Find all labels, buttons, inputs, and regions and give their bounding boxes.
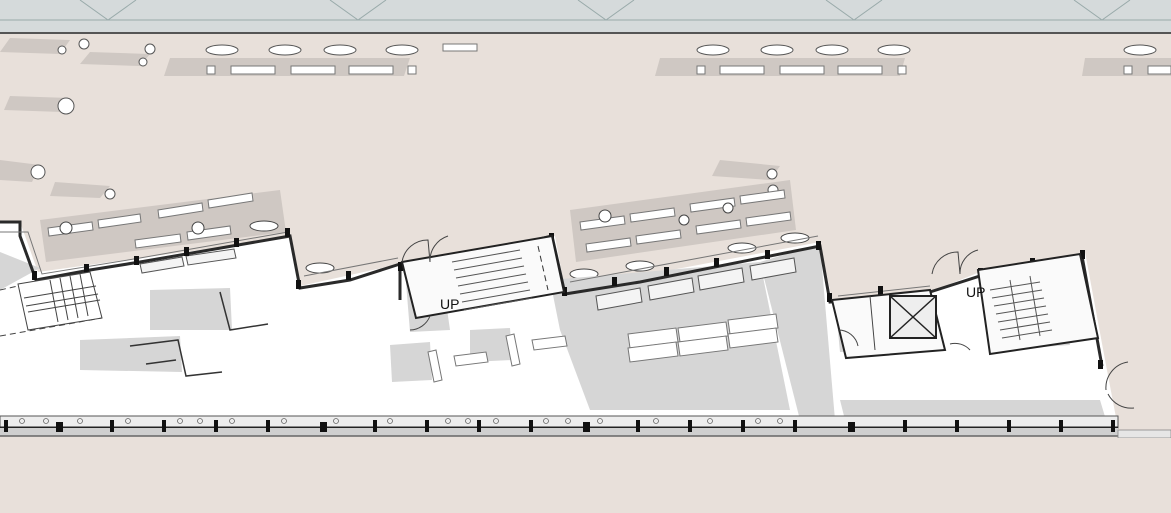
roof-canopy <box>0 0 1171 34</box>
service-core <box>830 288 947 360</box>
floor-plan: UP UP <box>0 0 1171 513</box>
stair-label-centre: UP <box>440 296 459 312</box>
site-ground-south <box>0 438 1171 513</box>
stair-label-right: UP <box>966 284 985 300</box>
